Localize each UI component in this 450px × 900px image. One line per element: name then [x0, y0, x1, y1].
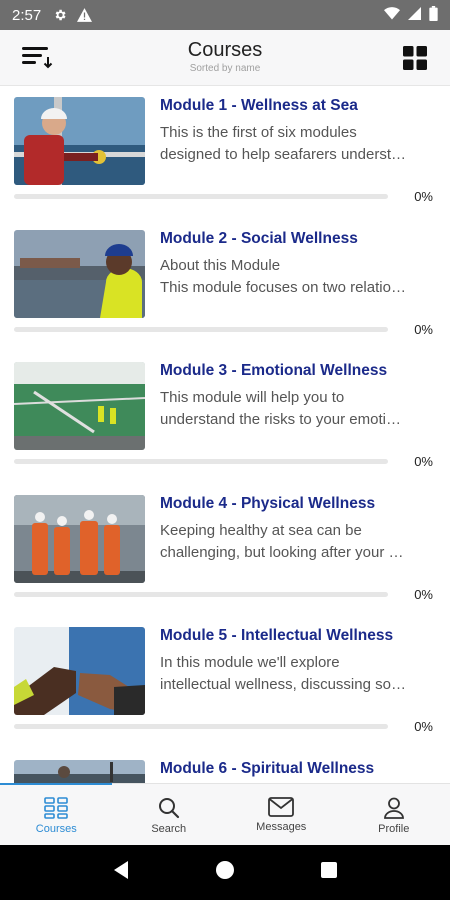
sort-icon [22, 47, 53, 69]
course-title[interactable]: Module 3 - Emotional Wellness [160, 362, 436, 380]
sort-subtitle: Sorted by name [189, 63, 261, 74]
course-description-line: This module focuses on two relatio… [160, 278, 406, 296]
settings-gear-icon [53, 8, 67, 22]
tab-messages[interactable]: Messages [225, 784, 338, 845]
bottom-tab-bar: Courses Search Messages Profile [0, 783, 450, 845]
course-progress-text: 0% [414, 719, 433, 734]
page-title: Courses [187, 39, 263, 61]
course-thumbnail-crew-group [14, 494, 145, 583]
course-description-line: About this Module [160, 256, 281, 274]
tab-courses[interactable]: Courses [0, 783, 113, 845]
course-description-line: Keeping healthy at sea can be [160, 521, 362, 539]
status-time: 2:57 [12, 6, 42, 24]
signal-icon [408, 6, 421, 24]
course-description-line: In this module we'll explore [160, 654, 340, 671]
course-item[interactable]: Module 2 - Social Wellness About this Mo… [0, 219, 450, 352]
course-title[interactable]: Module 1 - Wellness at Sea [160, 97, 436, 115]
course-progress-bar [14, 591, 388, 597]
tab-label: Profile [378, 823, 410, 835]
tab-label: Search [151, 823, 187, 835]
course-description-line: This is the first of six modules [160, 124, 357, 141]
sort-menu-button[interactable] [20, 43, 54, 73]
course-description-line: understand the risks to your emoti… [160, 411, 401, 428]
course-description: Keeping healthy at sea can be challengin… [160, 520, 434, 564]
course-item[interactable]: Module 3 - Emotional Wellness This modul… [0, 351, 450, 484]
course-description-line: challenging, but looking after your … [160, 543, 404, 561]
course-title[interactable]: Module 4 - Physical Wellness [160, 495, 436, 513]
course-description-line: designed to help seafarers underst… [160, 146, 406, 163]
tab-profile[interactable]: Profile [338, 784, 450, 845]
course-progress-text: 0% [414, 189, 433, 204]
course-description: About this Module This module focuses on… [160, 255, 434, 299]
course-description: In this module we'll explore intellectua… [160, 652, 434, 696]
course-progress-text: 0% [414, 454, 433, 469]
course-item[interactable]: Module 1 - Wellness at Sea This is the f… [0, 86, 450, 219]
course-item[interactable]: Module 5 - Intellectual Wellness In this… [0, 616, 450, 749]
course-description: This is the first of six modules designe… [160, 122, 434, 166]
course-title[interactable]: Module 6 - Spiritual Wellness [160, 760, 436, 778]
wifi-icon [384, 6, 400, 24]
course-thumbnail-ship-hull [14, 362, 145, 450]
tab-label: Messages [256, 821, 307, 833]
tab-label: Courses [35, 823, 77, 835]
course-thumbnail-fist-bump [14, 627, 145, 715]
tab-search[interactable]: Search [113, 784, 226, 845]
course-progress-bar [14, 194, 388, 199]
course-progress-bar [14, 326, 388, 332]
course-title[interactable]: Module 2 - Social Wellness [160, 230, 436, 248]
battery-icon [429, 5, 438, 25]
course-progress-text: 0% [414, 586, 433, 602]
course-progress-text: 0% [414, 321, 433, 337]
warning-icon [77, 8, 93, 22]
person-icon [383, 797, 404, 819]
course-description: This module will help you to understand … [160, 387, 434, 431]
course-description-line: intellectual wellness, discussing so… [160, 676, 406, 693]
course-progress-bar [14, 459, 388, 464]
course-list[interactable]: Module 1 - Wellness at Sea This is the f… [0, 86, 450, 783]
course-item[interactable]: Module 4 - Physical Wellness Keeping hea… [0, 484, 450, 617]
course-description-line: This module will help you to [160, 389, 345, 406]
home-icon[interactable] [215, 860, 235, 885]
grid-icon [403, 46, 427, 70]
course-item[interactable]: Module 6 - Spiritual Wellness [0, 749, 450, 783]
recents-icon[interactable] [320, 861, 338, 884]
back-icon[interactable] [112, 860, 130, 885]
envelope-icon [268, 797, 295, 817]
course-thumbnail-port-worker [14, 229, 145, 318]
courses-icon [44, 797, 69, 819]
course-progress-bar [14, 724, 388, 729]
grid-view-button[interactable] [402, 45, 428, 71]
search-icon [158, 798, 179, 819]
system-nav-bar [0, 845, 450, 900]
course-title[interactable]: Module 5 - Intellectual Wellness [160, 627, 436, 645]
course-thumbnail-spiritual [14, 759, 145, 783]
app-bar: Courses Sorted by name [0, 30, 450, 86]
course-thumbnail-seafarer [14, 97, 145, 185]
status-bar: 2:57 [0, 0, 450, 30]
